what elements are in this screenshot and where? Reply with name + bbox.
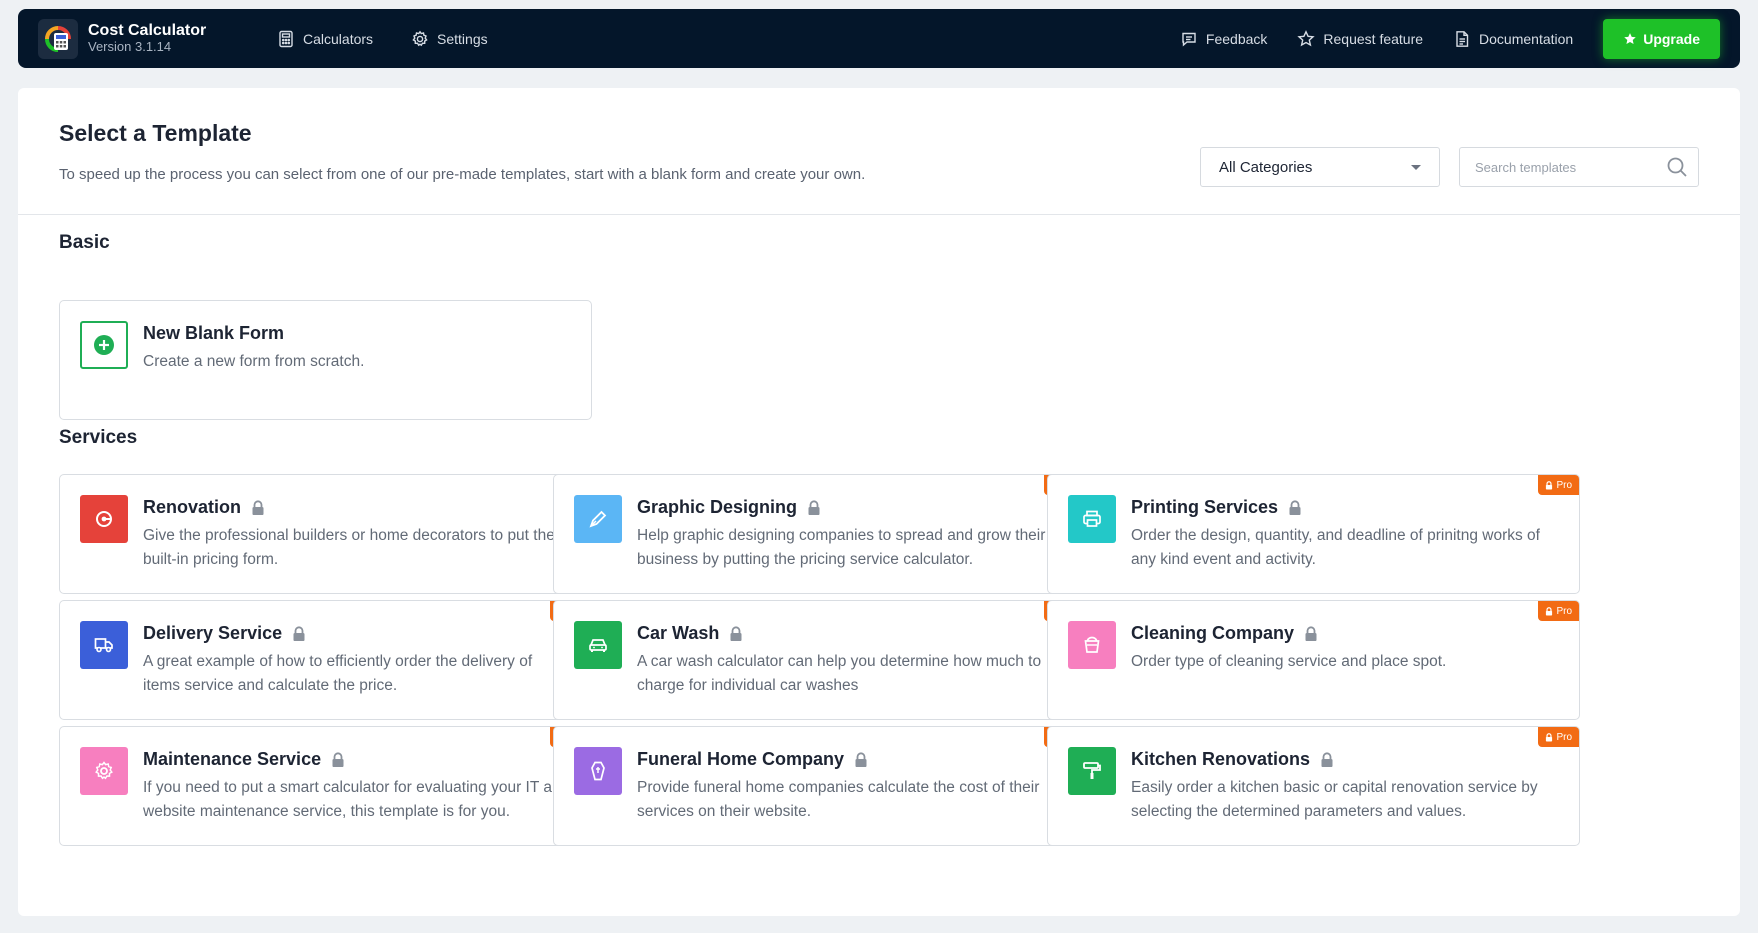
- calculator-icon: [279, 30, 293, 47]
- page-title: Select a Template: [59, 120, 252, 146]
- card-title: Delivery Service: [143, 623, 283, 643]
- template-card[interactable]: Pro Kitchen Renovations Easily order a kit…: [1047, 726, 1580, 846]
- template-card[interactable]: ProFuneral Home CompanyProvide funeral h…: [553, 726, 1086, 846]
- nav-feedback-label: Feedback: [1205, 30, 1268, 47]
- renovation-icon: [80, 495, 128, 543]
- search-box: [1459, 147, 1699, 187]
- lock-icon: [730, 625, 742, 641]
- add-icon: [80, 321, 128, 369]
- coffin-icon: [574, 747, 622, 795]
- card-title: Renovation: [143, 497, 242, 517]
- lock-icon: [1546, 480, 1553, 489]
- template-card[interactable]: ProDelivery ServiceA great example of ho…: [59, 600, 592, 720]
- template-card[interactable]: FreeRenovationGive the professional buil…: [59, 474, 592, 594]
- card-desc: Create a new form from scratch.: [143, 353, 365, 370]
- brand[interactable]: Cost Calculator Version 3.1.14: [38, 18, 253, 59]
- upgrade-label: Upgrade: [1643, 30, 1700, 47]
- top-navbar: Cost Calculator Version 3.1.14 Calculato…: [18, 9, 1740, 68]
- nav-settings[interactable]: Settings: [411, 30, 488, 48]
- pro-badge: Pro: [1538, 601, 1579, 621]
- card-title: Car Wash: [637, 623, 720, 643]
- lock-icon: [1546, 606, 1553, 615]
- template-panel: Select a Template To speed up the proces…: [18, 88, 1740, 916]
- app-version: Version 3.1.14: [88, 39, 172, 55]
- card-title: New Blank Form: [143, 323, 285, 343]
- cog-icon: [80, 747, 128, 795]
- upgrade-button[interactable]: Upgrade: [1603, 18, 1720, 59]
- blank-form-card[interactable]: New Blank Form Create a new form from sc…: [59, 300, 592, 420]
- lock-icon: [1321, 751, 1333, 767]
- lock-icon: [1289, 499, 1301, 515]
- category-select-value: All Categories: [1219, 158, 1313, 176]
- card-title: Funeral Home Company: [637, 749, 845, 769]
- search-input[interactable]: [1475, 159, 1666, 175]
- card-desc: A great example of how to efficiently or…: [143, 653, 533, 694]
- card-desc: Easily order a kitchen basic or capital …: [1131, 779, 1538, 820]
- card-desc: Provide funeral home companies calculate…: [637, 779, 1040, 820]
- lock-icon: [1546, 732, 1553, 741]
- card-title: Maintenance Service: [143, 749, 322, 769]
- lock-icon: [808, 499, 820, 515]
- lock-icon: [332, 751, 344, 767]
- app-title: Cost Calculator: [88, 21, 207, 39]
- lock-icon: [1305, 625, 1317, 641]
- card-desc: A car wash calculator can help you deter…: [637, 653, 1042, 694]
- nav-request-feature-label: Request feature: [1323, 30, 1424, 47]
- lock-icon: [293, 625, 305, 641]
- nav-request-feature[interactable]: Request feature: [1297, 29, 1424, 48]
- card-title: Printing Services: [1131, 497, 1279, 517]
- panel-header: Select a Template To speed up the proces…: [18, 88, 1740, 215]
- nav-settings-label: Settings: [437, 30, 488, 47]
- template-card[interactable]: ProGraphic DesigningHelp graphic designi…: [553, 474, 1086, 594]
- paint-roller-icon: [1068, 747, 1116, 795]
- star-icon: [1297, 29, 1316, 46]
- nav-feedback[interactable]: Feedback: [1180, 30, 1267, 48]
- star-icon: [1624, 32, 1636, 44]
- gear-icon: [412, 30, 428, 46]
- app-logo-icon: [38, 18, 78, 59]
- template-card[interactable]: Pro Cleaning Company Order type of cleanin…: [1047, 600, 1580, 720]
- nav-documentation[interactable]: Documentation: [1453, 30, 1573, 48]
- lock-icon: [855, 751, 867, 767]
- document-icon: [1456, 30, 1469, 47]
- nav-documentation-label: Documentation: [1479, 30, 1574, 47]
- chevron-down-icon: [1411, 164, 1421, 170]
- card-desc: Order type of cleaning service and place…: [1131, 653, 1447, 670]
- nav-calculators[interactable]: Calculators: [277, 30, 373, 48]
- pen-icon: [574, 495, 622, 543]
- lock-icon: [252, 499, 264, 515]
- pro-badge: Pro: [1538, 727, 1579, 747]
- pro-badge: Pro: [1538, 475, 1579, 495]
- section-title-basic: Basic: [59, 232, 110, 253]
- printer-icon: [1068, 495, 1116, 543]
- card-desc: Help graphic designing companies to spre…: [637, 527, 1046, 568]
- card-desc: Give the professional builders or home d…: [143, 527, 555, 568]
- nav-calculators-label: Calculators: [303, 30, 374, 47]
- chat-icon: [1182, 32, 1196, 47]
- truck-icon: [80, 621, 128, 669]
- template-card[interactable]: Pro Printing Services Order the design, qu…: [1047, 474, 1580, 594]
- template-card[interactable]: ProCar WashA car wash calculator can hel…: [553, 600, 1086, 720]
- card-desc: If you need to put a smart calculator fo…: [143, 779, 570, 820]
- category-select[interactable]: All Categories: [1200, 147, 1440, 187]
- section-title-services: Services: [59, 427, 138, 448]
- card-title: Kitchen Renovations: [1131, 749, 1311, 769]
- badge-label: Pro: [1556, 731, 1572, 743]
- badge-label: Pro: [1556, 605, 1572, 617]
- badge-label: Pro: [1556, 479, 1572, 491]
- card-title: Cleaning Company: [1131, 623, 1295, 643]
- template-card[interactable]: ProMaintenance ServiceIf you need to put…: [59, 726, 592, 846]
- card-desc: Order the design, quantity, and deadline…: [1131, 527, 1540, 568]
- card-title: Graphic Designing: [637, 497, 798, 517]
- car-icon: [574, 621, 622, 669]
- bucket-icon: [1068, 621, 1116, 669]
- search-icon[interactable]: [1666, 156, 1688, 178]
